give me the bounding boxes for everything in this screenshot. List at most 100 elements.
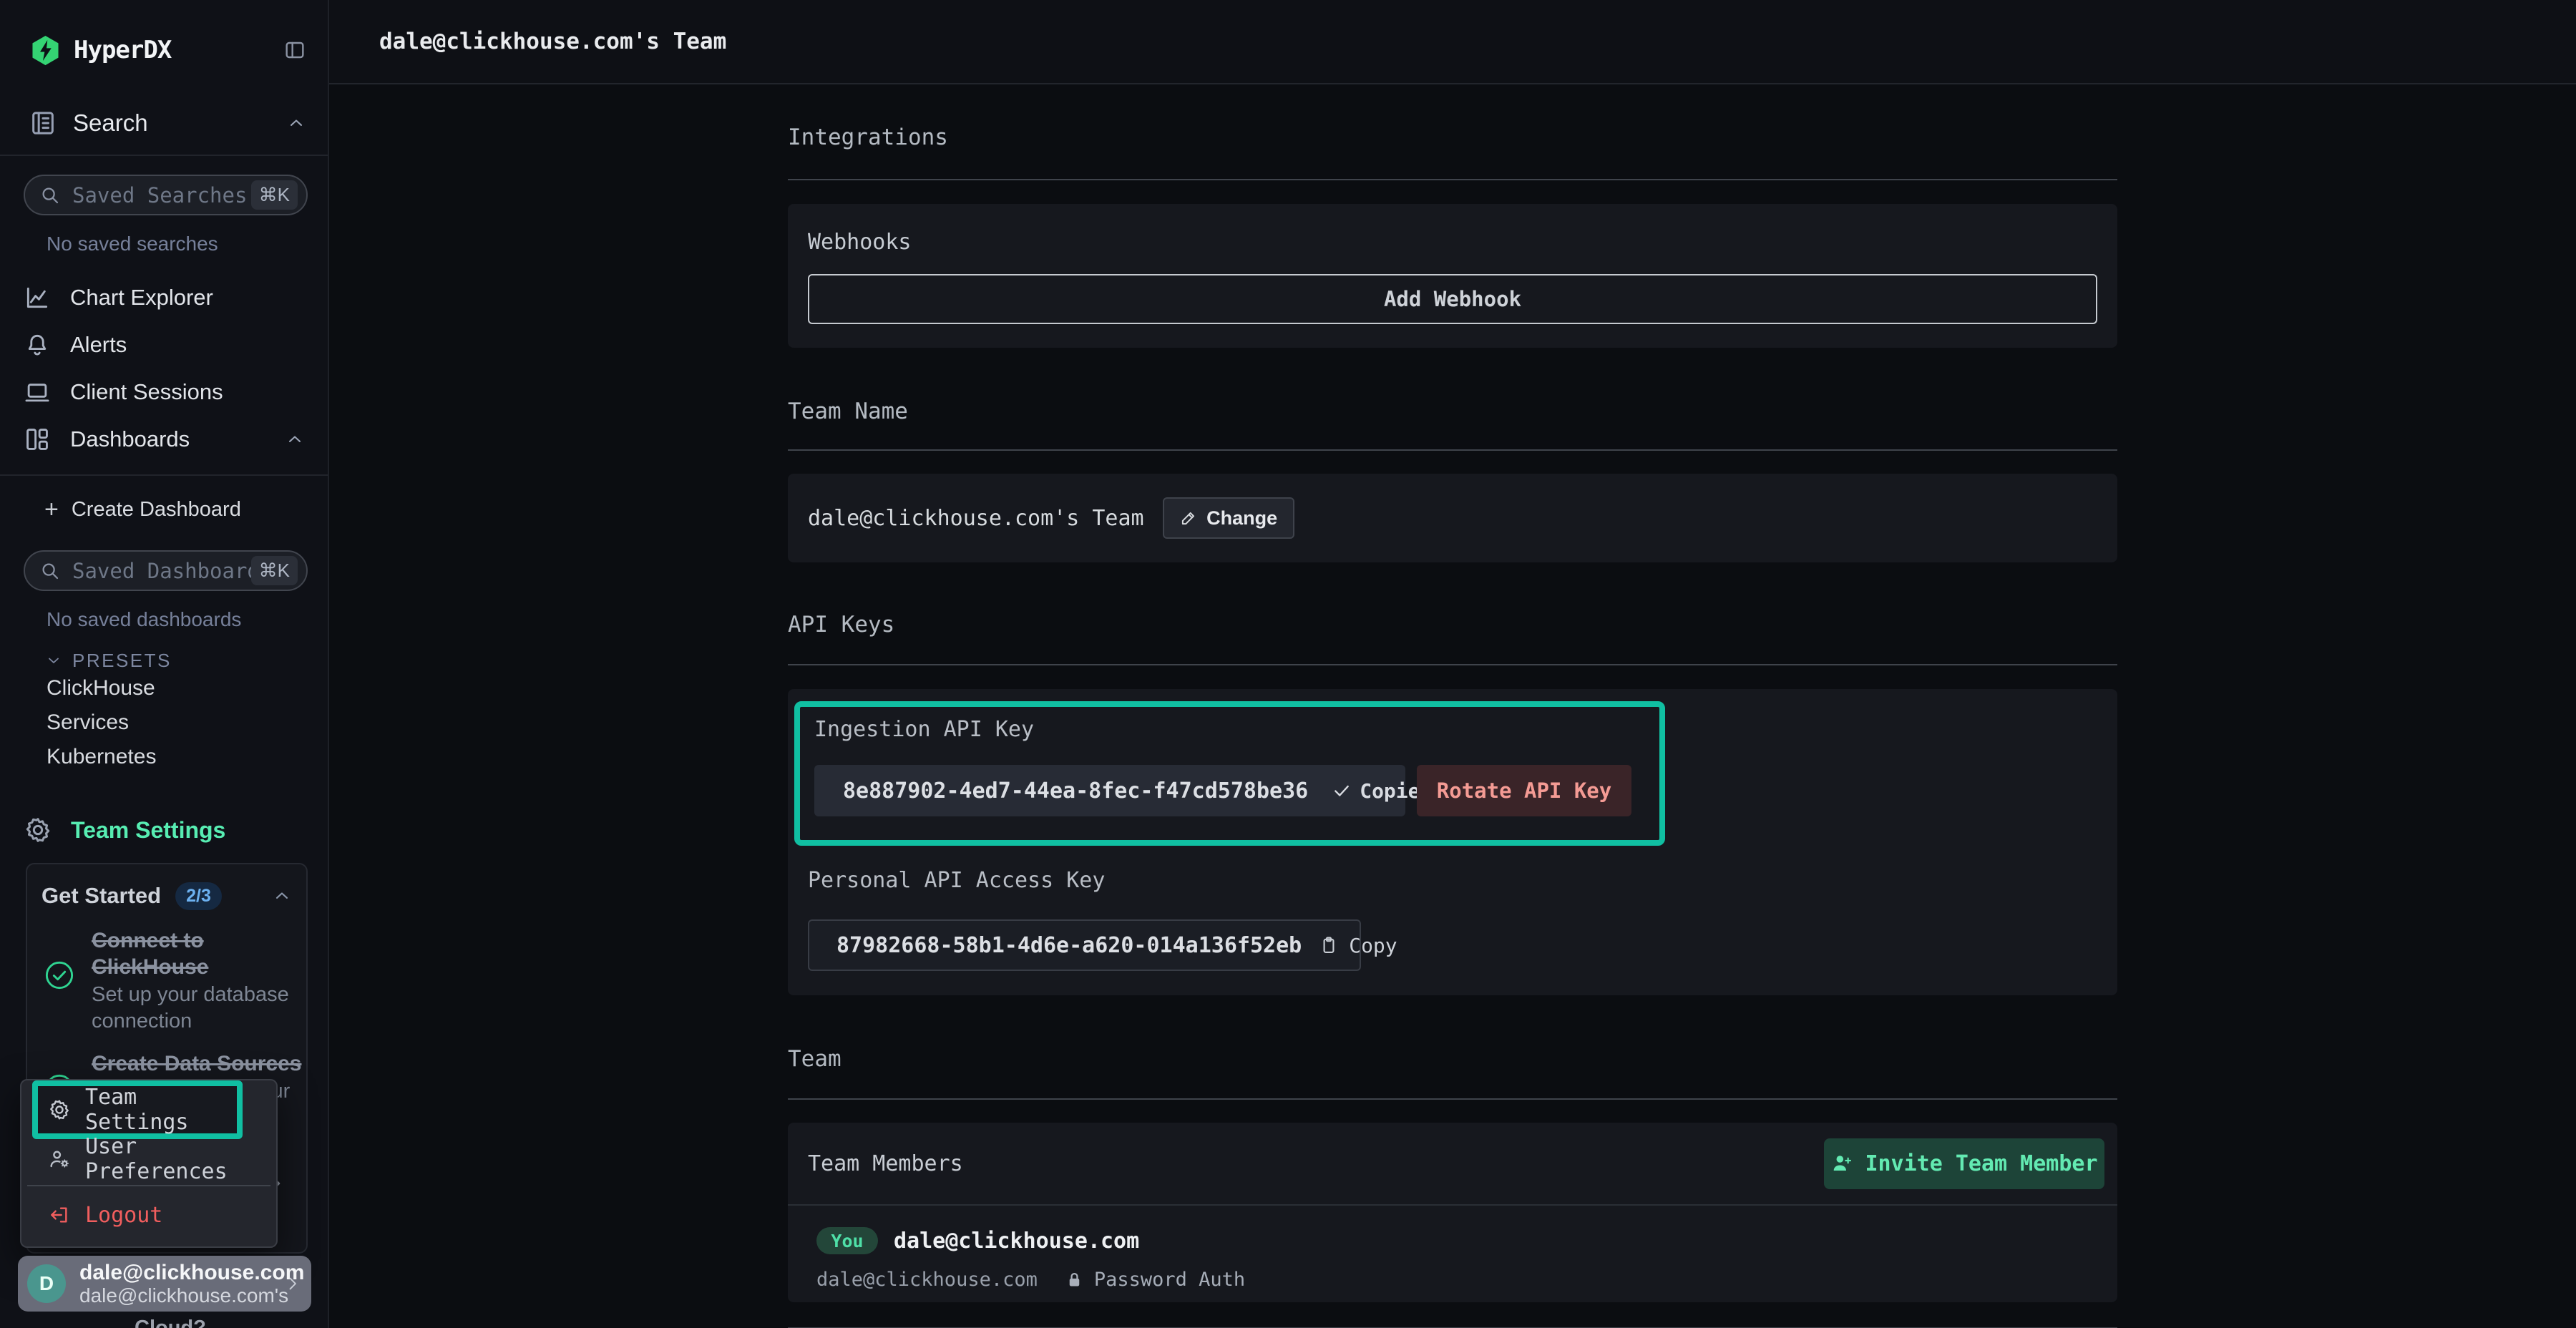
logout-icon [48, 1204, 71, 1226]
logo-row: HyperDX [29, 30, 306, 70]
lock-icon [1065, 1270, 1084, 1289]
user-account-chip[interactable]: D dale@clickhouse.com dale@clickhouse.co… [18, 1256, 311, 1312]
menu-item-label: Logout [85, 1203, 162, 1228]
section-divider [788, 1098, 2117, 1100]
preset-item-kubernetes[interactable]: Kubernetes [0, 740, 328, 774]
sidebar-divider [0, 474, 328, 476]
team-member-details: dale@clickhouse.com Password Auth [816, 1269, 2117, 1291]
invite-team-member-button[interactable]: Invite Team Member [1824, 1138, 2104, 1189]
journal-icon [29, 109, 57, 137]
plus-icon: + [44, 497, 59, 522]
sidebar-nav: Chart Explorer Alerts Client Sessions Da… [0, 274, 328, 463]
sidebar-item-dashboards[interactable]: Dashboards [0, 416, 328, 463]
get-started-item-title: Connect to ClickHouse [92, 927, 231, 980]
page-title: dale@clickhouse.com's Team [379, 29, 726, 54]
rotate-api-key-button[interactable]: Rotate API Key [1417, 765, 1631, 816]
user-plus-icon [1830, 1152, 1853, 1175]
saved-searches-field[interactable] [72, 183, 251, 208]
no-saved-searches-text: No saved searches [47, 233, 328, 255]
invite-button-label: Invite Team Member [1865, 1151, 2097, 1176]
user-gear-icon [48, 1148, 71, 1171]
user-team: dale@clickhouse.com's [79, 1284, 283, 1307]
sidebar-divider [0, 155, 328, 156]
get-started-title: Get Started [42, 883, 161, 909]
annotation-box-ingestion-api-key: Ingestion API Key 8e887902-4ed7-44ea-8fe… [794, 701, 1665, 846]
chevron-up-icon[interactable] [286, 113, 306, 133]
shortcut-badge: ⌘K [251, 556, 298, 585]
section-title-api-keys: API Keys [788, 612, 2117, 638]
sidebar-item-client-sessions[interactable]: Client Sessions [0, 368, 328, 416]
shortcut-badge: ⌘K [251, 180, 298, 210]
chevron-up-icon[interactable] [285, 429, 305, 449]
logo-text: HyperDX [74, 36, 171, 64]
check-icon [1332, 781, 1351, 800]
preset-item-clickhouse[interactable]: ClickHouse [0, 671, 328, 706]
nav-item-label: Alerts [70, 332, 127, 358]
get-started-item-connect[interactable]: Connect to ClickHouse Set up your databa… [42, 927, 292, 1035]
sidebar-item-team-settings[interactable]: Team Settings [0, 811, 328, 849]
chevron-up-icon[interactable] [272, 886, 292, 906]
search-section-label: Search [73, 109, 148, 137]
copy-button-label: Copy [1349, 934, 1397, 957]
search-icon [39, 185, 61, 206]
create-dashboard-button[interactable]: + Create Dashboard [0, 487, 328, 532]
section-divider [788, 179, 2117, 180]
member-email: dale@clickhouse.com [816, 1269, 1038, 1291]
ingestion-api-key-chip[interactable]: 8e887902-4ed7-44ea-8fec-f47cd578be36 Cop… [814, 765, 1405, 816]
nav-item-label: Chart Explorer [70, 285, 213, 311]
ingestion-api-key-label: Ingestion API Key [814, 717, 1659, 742]
personal-api-key-label: Personal API Access Key [808, 868, 1105, 893]
sidebar-collapse-button[interactable] [283, 39, 306, 62]
menu-item-team-settings[interactable]: Team Settings [85, 1085, 237, 1135]
chart-icon [24, 284, 51, 311]
sidebar-item-alerts[interactable]: Alerts [0, 321, 328, 368]
section-title-team-name: Team Name [788, 399, 2117, 424]
hyperdx-logo-icon [29, 34, 62, 67]
menu-divider [27, 1185, 270, 1186]
presets-toggle[interactable]: PRESETS [45, 650, 328, 671]
section-title-integrations: Integrations [788, 125, 2117, 150]
get-started-item-description: Set up your database connection [92, 982, 308, 1035]
add-webhook-button[interactable]: Add Webhook [808, 274, 2097, 324]
menu-item-user-preferences[interactable]: User Preferences [21, 1139, 276, 1179]
nav-item-label: Dashboards [70, 426, 190, 452]
saved-dashboards-input[interactable]: ⌘K [24, 550, 308, 591]
user-email: dale@clickhouse.com [79, 1261, 283, 1284]
sidebar-item-chart-explorer[interactable]: Chart Explorer [0, 274, 328, 321]
search-icon [39, 560, 61, 582]
webhooks-card: Webhooks Add Webhook [788, 204, 2117, 348]
presets-label: PRESETS [72, 650, 172, 672]
clipped-bottom-text: Cloud? [135, 1317, 206, 1328]
section-title-team: Team [788, 1046, 2117, 1072]
avatar: D [27, 1264, 66, 1303]
content-scroll-area[interactable]: Integrations Webhooks Add Webhook Team N… [329, 84, 2576, 1328]
team-member-row: You dale@clickhouse.com [816, 1227, 2117, 1254]
personal-api-key-chip[interactable]: 87982668-58b1-4d6e-a620-014a136f52eb Cop… [808, 919, 1361, 971]
member-name: dale@clickhouse.com [894, 1229, 1139, 1254]
saved-searches-input[interactable]: ⌘K [24, 175, 308, 215]
you-badge: You [816, 1227, 878, 1254]
section-divider [788, 449, 2117, 451]
app-root: HyperDX Search ⌘K No saved searches Char… [0, 0, 2576, 1328]
auth-method: Password Auth [1094, 1269, 1245, 1291]
team-members-card: Team Members Invite Team Member You dale… [788, 1123, 2117, 1302]
team-settings-label: Team Settings [71, 817, 225, 844]
change-team-name-button[interactable]: Change [1163, 497, 1294, 539]
bell-icon [24, 331, 51, 358]
team-name-value: dale@clickhouse.com's Team [808, 506, 1144, 531]
preset-item-services[interactable]: Services [0, 706, 328, 740]
menu-item-logout[interactable]: Logout [21, 1195, 276, 1235]
chevron-down-icon [45, 652, 62, 669]
card-divider [788, 1204, 2117, 1206]
change-button-label: Change [1206, 507, 1277, 529]
team-members-label: Team Members [808, 1151, 963, 1176]
dashboard-grid-icon [24, 426, 51, 453]
saved-dashboards-field[interactable] [72, 559, 251, 583]
get-started-item-title: Create Data Sources [92, 1050, 308, 1077]
account-menu-popup: Team Settings User Preferences Logout [20, 1079, 278, 1248]
section-divider [788, 664, 2117, 665]
sidebar-section-search[interactable]: Search [29, 103, 306, 143]
laptop-icon [24, 379, 51, 406]
get-started-header[interactable]: Get Started 2/3 [42, 880, 292, 912]
api-keys-card: Ingestion API Key 8e887902-4ed7-44ea-8fe… [788, 689, 2117, 995]
